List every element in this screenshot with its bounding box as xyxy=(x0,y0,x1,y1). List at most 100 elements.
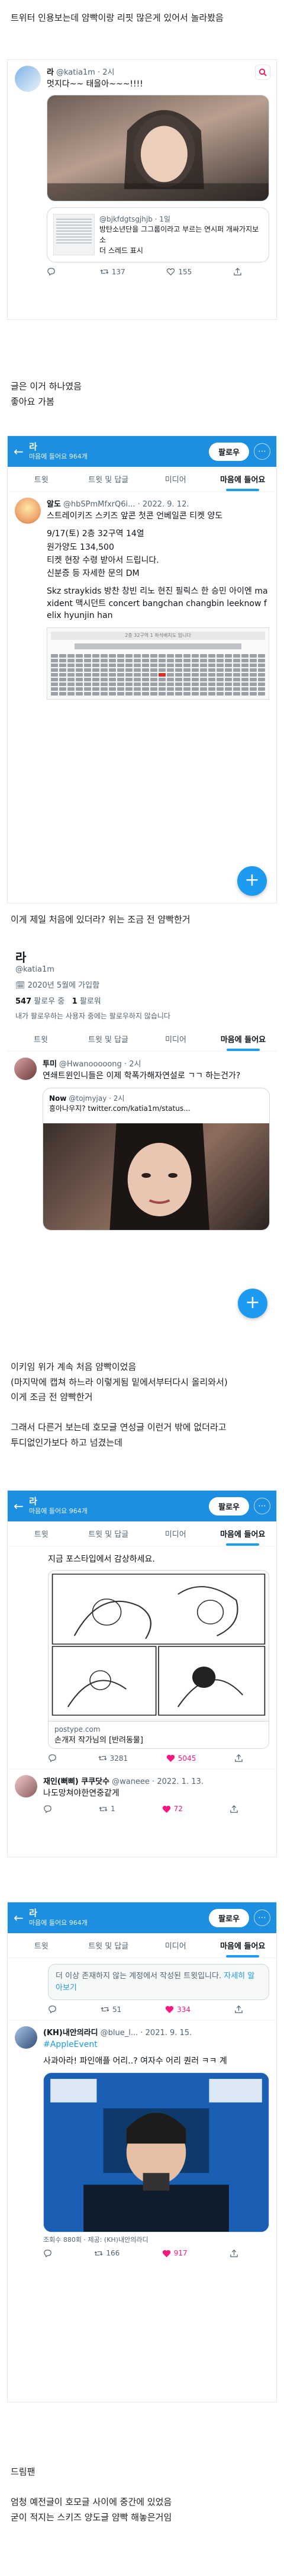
tab-tweets[interactable]: 트윗 xyxy=(8,1521,75,1546)
video-media[interactable] xyxy=(47,95,269,202)
follow-button[interactable]: 팔로우 xyxy=(209,442,249,461)
seat-cell xyxy=(175,668,182,672)
seat-cell xyxy=(192,687,199,691)
link-card[interactable]: postype.com 손개저 작가님의 [반려동물] xyxy=(48,1570,269,1750)
tab-likes[interactable]: 마음에 들어요 xyxy=(209,467,277,491)
tab-media[interactable]: 미디어 xyxy=(142,1933,209,1957)
avatar[interactable] xyxy=(15,498,41,524)
tab-tweets-replies[interactable]: 트윗 및 답글 xyxy=(75,1521,143,1546)
tweet[interactable]: 재인(뻐삐) 쿠쿠닷수 @waneee · 2022. 1. 13. 나도망쳐야한… xyxy=(8,1768,276,1819)
more-options-icon[interactable]: ⋯ xyxy=(254,1909,270,1926)
avatar[interactable] xyxy=(15,1775,37,1798)
tweet-actions: 51 334 xyxy=(48,2005,243,2014)
seat-cell xyxy=(208,692,215,696)
tab-likes[interactable]: 마음에 들어요 xyxy=(209,1027,277,1051)
compose-button[interactable]: + xyxy=(238,1289,267,1318)
like-button[interactable]: 72 xyxy=(162,1805,183,1814)
author-name[interactable]: (KH)내안의라디 xyxy=(43,2029,98,2037)
avatar[interactable] xyxy=(15,2026,37,2049)
share-button[interactable] xyxy=(233,267,242,276)
reply-button[interactable] xyxy=(48,2005,57,2014)
tab-media[interactable]: 미디어 xyxy=(142,1521,209,1546)
reply-button[interactable] xyxy=(43,1805,52,1814)
following-count[interactable]: 547 xyxy=(15,997,31,1006)
avatar[interactable] xyxy=(14,1058,37,1080)
followers-count[interactable]: 1 xyxy=(72,997,78,1006)
tweet-actions: 1 72 xyxy=(43,1805,238,1814)
tweet[interactable]: 알도 @hbSPmMfxrQ6i... · 2022. 9. 12. 스트레이키즈… xyxy=(8,492,276,706)
tab-media[interactable]: 미디어 xyxy=(142,1027,209,1051)
avatar[interactable] xyxy=(15,66,41,92)
more-options-icon[interactable]: ⋯ xyxy=(254,1498,270,1514)
retweet-count: 3281 xyxy=(109,1754,128,1763)
tab-tweets[interactable]: 트윗 xyxy=(8,1933,75,1957)
narrative-line: 그래서 다른거 보는데 호모글 연성글 이런거 밖에 없더라고 xyxy=(11,1422,227,1433)
video-media[interactable] xyxy=(43,2072,269,2232)
author-name[interactable]: 투미 xyxy=(43,1060,57,1069)
followers-label[interactable]: 팔로워 xyxy=(80,997,101,1006)
retweet-button[interactable]: 137 xyxy=(100,267,125,276)
like-count: 72 xyxy=(173,1805,183,1814)
seat-cell xyxy=(175,678,182,682)
seat-cell xyxy=(175,659,182,663)
tab-likes[interactable]: 마음에 들어요 xyxy=(209,1521,277,1546)
share-button[interactable] xyxy=(230,2249,238,2258)
reply-button[interactable] xyxy=(43,2249,52,2258)
following-label[interactable]: 팔로우 중 xyxy=(34,997,64,1006)
compose-button[interactable]: + xyxy=(237,866,267,896)
share-button[interactable] xyxy=(234,1754,243,1763)
follow-button[interactable]: 팔로우 xyxy=(209,1908,249,1927)
quoted-tweet[interactable]: Now @tojmyjay · 2시 흥아나우지? twitter.com/kat… xyxy=(43,1088,270,1231)
back-arrow-icon[interactable]: ← xyxy=(14,444,29,459)
reply-button[interactable] xyxy=(48,1754,60,1763)
seat-cell xyxy=(76,683,83,687)
back-arrow-icon[interactable]: ← xyxy=(14,1499,29,1513)
show-thread-link[interactable]: 더 스레드 표시 xyxy=(99,245,263,256)
quoted-tweet[interactable]: @bjkfdgtsgjhjb · 1일 방탄소년단을 그그룹이라고 부르는 연시… xyxy=(47,207,269,263)
reply-button[interactable] xyxy=(47,267,59,276)
author-name[interactable]: 라 xyxy=(47,68,54,77)
tweet[interactable]: 라 @katia1m · 2시 멋지다~~ 태을아~~~!!!! @bjkfdgt… xyxy=(8,60,276,282)
tab-tweets-replies[interactable]: 트윗 및 답글 xyxy=(75,1933,143,1957)
retweet-button[interactable]: 51 xyxy=(101,2005,121,2014)
like-button[interactable]: 334 xyxy=(165,2005,191,2014)
tweet[interactable]: 지금 포스타입에서 감상하세요. postype.com 손개저 작가님의 [반… xyxy=(8,1546,276,1768)
seat-cell xyxy=(192,678,199,682)
seat-cell xyxy=(258,659,265,663)
like-button[interactable]: 5045 xyxy=(166,1754,196,1763)
share-button[interactable] xyxy=(230,1805,238,1814)
seat-cell xyxy=(142,673,149,677)
seat-cell xyxy=(84,659,91,663)
tweet[interactable]: (KH)내안의라디 @blue_l... · 2021. 9. 15. #Appl… xyxy=(8,2020,276,2264)
hashtag-link[interactable]: #AppleEvent xyxy=(43,2039,269,2050)
back-arrow-icon[interactable]: ← xyxy=(14,1911,29,1925)
more-options-icon[interactable]: ⋯ xyxy=(254,443,270,460)
author-name[interactable]: 재인(뻐삐) 쿠쿠닷수 xyxy=(43,1777,109,1786)
narrative-line: 굳이 적지는 스키즈 양도글 얌빡 해놓은거임 xyxy=(11,2511,172,2523)
share-button[interactable] xyxy=(234,2005,243,2014)
tab-tweets-replies[interactable]: 트윗 및 답글 xyxy=(75,1027,142,1051)
seat-cell xyxy=(208,664,215,668)
quoted-media[interactable] xyxy=(43,1117,269,1231)
seat-cell xyxy=(101,659,108,663)
tab-media[interactable]: 미디어 xyxy=(142,467,209,491)
tweet[interactable]: 투미 @Hwanooooong · 2시 연쇄트윈인니들은 이제 학폭가해자연설로… xyxy=(7,1052,277,1236)
author-name[interactable]: 알도 xyxy=(47,500,61,509)
author-handle: @hbSPmMfxrQ6i... · 2022. 9. 12. xyxy=(63,500,189,509)
retweet-button[interactable]: 1 xyxy=(99,1805,115,1814)
like-button[interactable]: 155 xyxy=(166,267,192,276)
tweet-text: 지금 포스타입에서 감상하세요. xyxy=(48,1555,155,1564)
follow-button[interactable]: 팔로우 xyxy=(209,1497,249,1516)
tab-tweets-replies[interactable]: 트윗 및 답글 xyxy=(75,467,143,491)
retweet-button[interactable]: 3281 xyxy=(98,1754,128,1763)
seat-cell xyxy=(225,654,232,658)
retweet-button[interactable]: 166 xyxy=(94,2249,120,2258)
likes-count-label: 마음에 들어요 964개 xyxy=(29,1507,88,1516)
tab-tweets[interactable]: 트윗 xyxy=(8,467,75,491)
like-button[interactable]: 917 xyxy=(162,2249,188,2258)
seating-chart-image[interactable]: 2층 32구역 1 좌석배치도 입니다 xyxy=(47,627,269,700)
seat-cell xyxy=(241,692,248,696)
tab-likes[interactable]: 마음에 들어요 xyxy=(209,1933,277,1957)
seat-cell xyxy=(175,664,182,668)
tab-tweets[interactable]: 트윗 xyxy=(7,1027,75,1051)
